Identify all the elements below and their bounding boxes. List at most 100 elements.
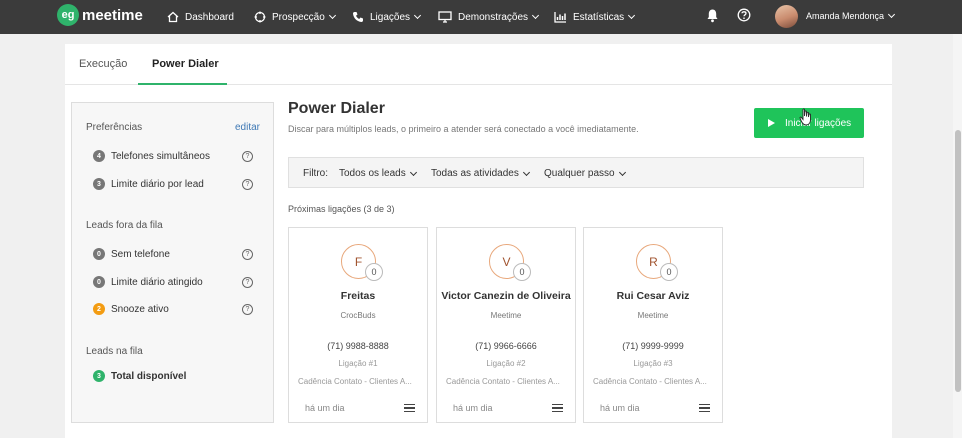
- menu-icon[interactable]: [552, 404, 563, 412]
- help-icon[interactable]: ?: [242, 304, 253, 315]
- lead-card[interactable]: R 0 Rui Cesar Aviz Meetime (71) 9999-999…: [583, 227, 723, 423]
- lead-time: há um dia: [453, 403, 493, 413]
- logo-text: meetime: [82, 6, 143, 24]
- next-calls-label: Próximas ligações (3 de 3): [288, 204, 395, 214]
- chevron-down-icon: [413, 11, 422, 20]
- lead-cadence: Cadência Contato - Clientes A...: [446, 377, 560, 386]
- monitor-icon: [438, 11, 452, 23]
- out-no-phone: 0 Sem telefone: [93, 248, 170, 260]
- lead-attempt-count: 0: [513, 263, 531, 281]
- filter-step-value: Qualquer passo: [544, 168, 615, 179]
- user-avatar[interactable]: [775, 5, 798, 28]
- lead-name[interactable]: Rui Cesar Aviz: [584, 290, 722, 302]
- lead-company: Meetime: [637, 311, 669, 320]
- sidebar-panel: Preferências editar 4 Telefones simultân…: [71, 102, 274, 423]
- chevron-down-icon: [328, 11, 336, 20]
- filter-activities-dropdown[interactable]: Todas as atividades: [431, 168, 530, 179]
- nav-demonstracoes-label: Demonstrações: [458, 11, 529, 23]
- chevron-down-icon: [409, 168, 417, 176]
- lead-company: CrocBuds: [340, 311, 376, 320]
- help-icon[interactable]: [737, 8, 751, 22]
- edit-preferences-link[interactable]: editar: [235, 122, 260, 133]
- mouse-cursor-icon: [799, 108, 811, 126]
- count-badge: 3: [93, 370, 105, 382]
- lead-attempt-count: 0: [660, 263, 678, 281]
- count-badge: 4: [93, 150, 105, 162]
- chevron-down-icon: [522, 168, 530, 176]
- pref-simultaneous-phones: 4 Telefones simultâneos: [93, 150, 210, 162]
- help-icon[interactable]: ?: [242, 249, 253, 260]
- play-icon: [768, 119, 775, 127]
- nav-demonstracoes[interactable]: Demonstrações: [438, 9, 540, 25]
- lead-company: Meetime: [490, 311, 522, 320]
- out-label: Limite diário atingido: [111, 276, 203, 288]
- leads-queue-heading: Leads na fila: [86, 346, 143, 357]
- user-name: Amanda Mendonça: [806, 11, 885, 21]
- lead-call-number: Ligação #1: [338, 359, 378, 368]
- tab-power-dialer[interactable]: Power Dialer: [152, 58, 219, 70]
- nav-ligacoes[interactable]: Ligações: [352, 9, 422, 25]
- help-icon[interactable]: ?: [242, 179, 253, 190]
- start-calls-label: Iniciar ligações: [785, 117, 852, 129]
- help-icon[interactable]: ?: [242, 151, 253, 162]
- active-tab-indicator: [138, 83, 227, 85]
- lead-cadence: Cadência Contato - Clientes A...: [298, 377, 412, 386]
- count-badge: 3: [93, 178, 105, 190]
- filter-step-dropdown[interactable]: Qualquer passo: [544, 168, 626, 179]
- lead-call-number: Ligação #2: [486, 359, 526, 368]
- out-label: Snooze ativo: [111, 303, 169, 315]
- chevron-down-icon: [628, 11, 636, 20]
- out-label: Sem telefone: [111, 248, 170, 260]
- lead-name[interactable]: Victor Canezin de Oliveira: [437, 290, 575, 302]
- lead-attempt-count: 0: [365, 263, 383, 281]
- chart-icon: [554, 12, 566, 23]
- logo-badge: eg: [57, 4, 79, 26]
- menu-icon[interactable]: [699, 404, 710, 412]
- home-icon: [167, 11, 179, 23]
- nav-estatisticas-label: Estatísticas: [573, 11, 625, 23]
- lead-card[interactable]: V 0 Victor Canezin de Oliveira Meetime (…: [436, 227, 576, 423]
- nav-prospeccao[interactable]: Prospecção: [254, 9, 336, 25]
- scrollbar-thumb[interactable]: [955, 130, 961, 392]
- nav-dashboard-label: Dashboard: [185, 11, 234, 23]
- bell-icon[interactable]: [706, 8, 719, 23]
- nav-dashboard[interactable]: Dashboard: [167, 9, 234, 25]
- queue-total-available: 3 Total disponível: [93, 370, 186, 382]
- menu-icon[interactable]: [404, 404, 415, 412]
- target-icon: [254, 11, 266, 23]
- tab-execucao[interactable]: Execução: [79, 58, 127, 70]
- pref-label: Limite diário por lead: [111, 178, 204, 190]
- out-snooze-active: 2 Snooze ativo: [93, 303, 169, 315]
- leads-out-heading: Leads fora da fila: [86, 220, 163, 231]
- lead-call-number: Ligação #3: [633, 359, 673, 368]
- out-daily-limit-reached: 0 Limite diário atingido: [93, 276, 203, 288]
- user-menu[interactable]: Amanda Mendonça: [806, 10, 896, 21]
- nav-estatisticas[interactable]: Estatísticas: [554, 9, 636, 25]
- lead-phone: (71) 9999-9999: [622, 341, 684, 351]
- page-title: Power Dialer: [288, 100, 385, 117]
- queue-label: Total disponível: [111, 370, 187, 382]
- preferences-heading: Preferências: [86, 122, 143, 133]
- filter-activities-value: Todas as atividades: [431, 168, 519, 179]
- filter-label: Filtro:: [303, 168, 328, 179]
- count-badge: 0: [93, 276, 105, 288]
- nav-ligacoes-label: Ligações: [370, 11, 411, 23]
- count-badge: 0: [93, 248, 105, 260]
- tab-bar: Execução Power Dialer: [65, 44, 892, 85]
- lead-card[interactable]: F 0 Freitas CrocBuds (71) 9988-8888 Liga…: [288, 227, 428, 423]
- pref-daily-limit: 3 Limite diário por lead: [93, 178, 204, 190]
- meetime-logo[interactable]: eg meetime: [57, 4, 143, 26]
- lead-name[interactable]: Freitas: [289, 290, 427, 302]
- pref-label: Telefones simultâneos: [111, 150, 210, 162]
- help-icon[interactable]: ?: [242, 277, 253, 288]
- filter-leads-value: Todos os leads: [339, 168, 406, 179]
- chevron-down-icon: [888, 10, 896, 19]
- lead-phone: (71) 9966-6666: [475, 341, 537, 351]
- page-subtitle: Discar para múltiplos leads, o primeiro …: [288, 124, 639, 134]
- top-navbar: eg meetime Dashboard Prospecção Ligações…: [0, 0, 962, 34]
- filter-leads-dropdown[interactable]: Todos os leads: [339, 168, 417, 179]
- nav-prospeccao-label: Prospecção: [272, 11, 325, 23]
- lead-cadence: Cadência Contato - Clientes A...: [593, 377, 707, 386]
- chevron-down-icon: [531, 11, 540, 20]
- lead-time: há um dia: [305, 403, 345, 413]
